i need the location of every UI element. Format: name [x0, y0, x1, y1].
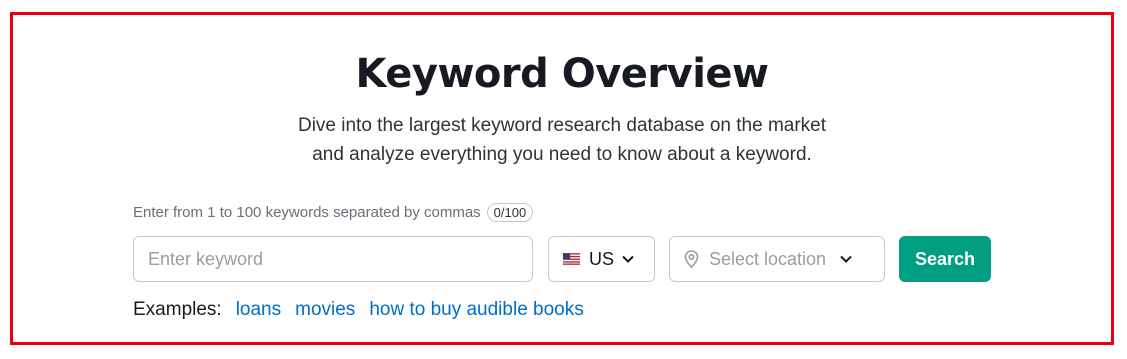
keyword-hint: Enter from 1 to 100 keywords separated b… — [133, 203, 534, 222]
database-select[interactable]: US — [548, 236, 655, 282]
location-placeholder: Select location — [709, 248, 827, 269]
search-button[interactable]: Search — [899, 236, 991, 282]
chevron-down-icon — [622, 255, 634, 263]
chevron-down-icon — [840, 255, 852, 263]
page-subtitle: Dive into the largest keyword research d… — [13, 111, 1111, 169]
us-flag-icon — [563, 253, 580, 265]
highlight-frame: Keyword Overview Dive into the largest k… — [10, 12, 1114, 345]
example-link-loans[interactable]: loans — [236, 299, 281, 321]
subtitle-line-2: and analyze everything you need to know … — [312, 144, 812, 165]
keyword-hint-text: Enter from 1 to 100 keywords separated b… — [133, 204, 481, 221]
examples-row: Examples: loans movies how to buy audibl… — [133, 299, 598, 321]
location-select[interactable]: Select location — [669, 236, 885, 282]
page-title: Keyword Overview — [355, 51, 769, 97]
location-pin-icon — [684, 250, 699, 268]
keyword-counter-badge: 0/100 — [486, 203, 534, 222]
database-value: US — [589, 248, 615, 269]
example-link-movies[interactable]: movies — [295, 299, 355, 321]
keyword-input[interactable] — [133, 236, 533, 282]
subtitle-line-1: Dive into the largest keyword research d… — [297, 115, 827, 136]
examples-label: Examples: — [133, 299, 222, 320]
example-link-audible[interactable]: how to buy audible books — [369, 299, 583, 321]
